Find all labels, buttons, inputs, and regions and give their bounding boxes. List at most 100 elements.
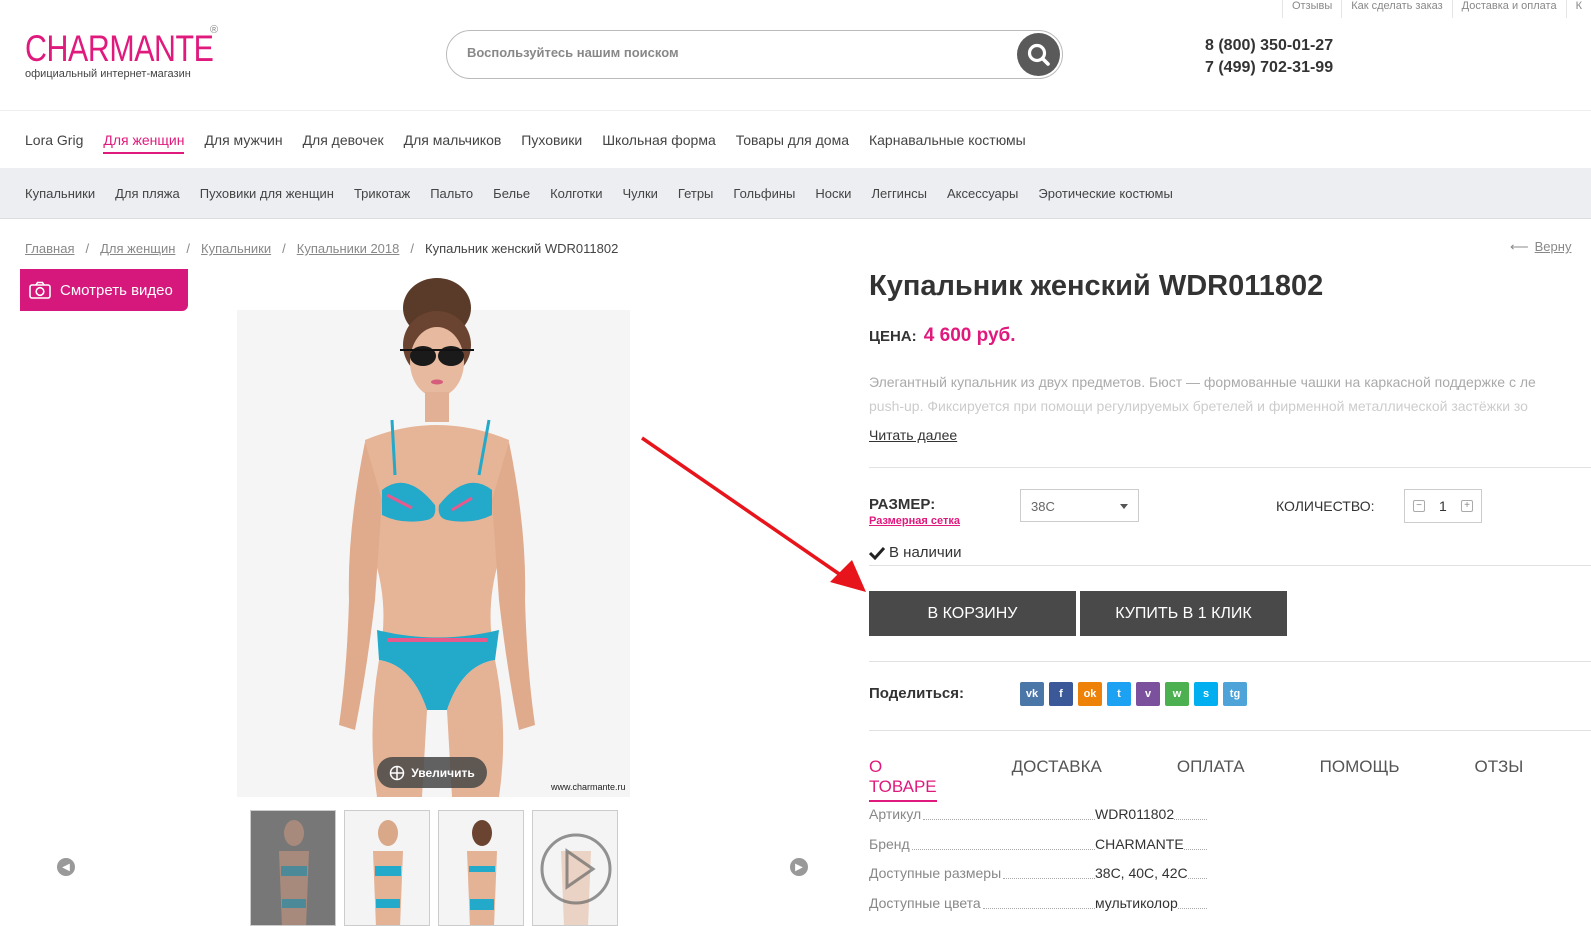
subnav-item[interactable]: Пальто bbox=[430, 186, 473, 201]
spec-row: Доступные цвета мультиколор bbox=[869, 894, 1209, 925]
nav-school-uniform[interactable]: Школьная форма bbox=[602, 132, 716, 154]
size-label: РАЗМЕР: bbox=[869, 496, 936, 513]
chevron-right-icon: ▶ bbox=[795, 861, 803, 873]
tab-reviews[interactable]: ОТЗЫ bbox=[1475, 757, 1524, 802]
twitter-icon[interactable]: t bbox=[1107, 682, 1131, 706]
spec-row: Бренд CHARMANTE bbox=[869, 835, 1209, 866]
nav-boys[interactable]: Для мальчиков bbox=[404, 132, 502, 154]
add-to-cart-button[interactable]: В КОРЗИНУ bbox=[869, 591, 1076, 636]
subnav-item[interactable]: Трикотаж bbox=[354, 186, 410, 201]
skype-icon[interactable]: s bbox=[1194, 682, 1218, 706]
spec-row: Артикул WDR011802 bbox=[869, 806, 1209, 836]
subnav-item[interactable]: Пуховики для женщин bbox=[200, 186, 334, 201]
search-icon bbox=[1027, 43, 1050, 66]
tab-payment[interactable]: ОПЛАТА bbox=[1177, 757, 1245, 802]
nav-home-goods[interactable]: Товары для дома bbox=[736, 132, 849, 154]
vk-icon[interactable]: vk bbox=[1020, 682, 1044, 706]
price-label: ЦЕНА: bbox=[869, 328, 917, 345]
subnav-item[interactable]: Купальники bbox=[25, 186, 95, 201]
breadcrumb-separator: / bbox=[282, 241, 286, 256]
product-price: ЦЕНА: 4 600 руб. bbox=[869, 325, 1016, 347]
breadcrumb-home[interactable]: Главная bbox=[25, 241, 74, 256]
category-subnav: Купальники Для пляжа Пуховики для женщин… bbox=[0, 168, 1591, 219]
breadcrumb-women[interactable]: Для женщин bbox=[100, 241, 175, 256]
read-more-link[interactable]: Читать далее bbox=[869, 427, 957, 443]
thumbnail-2[interactable] bbox=[344, 810, 430, 926]
product-tabs: О ТОВАРЕ ДОСТАВКА ОПЛАТА ПОМОЩЬ ОТЗЫ bbox=[869, 757, 1591, 802]
nav-lora-grig[interactable]: Lora Grig bbox=[25, 132, 83, 154]
quantity-stepper: − 1 + bbox=[1404, 489, 1482, 523]
quantity-increase-button[interactable]: + bbox=[1461, 500, 1473, 512]
toplink-delivery[interactable]: Доставка и оплата bbox=[1451, 0, 1566, 18]
breadcrumb-swimsuits-2018[interactable]: Купальники 2018 bbox=[297, 241, 400, 256]
phone-2[interactable]: 7 (499) 702-31-99 bbox=[1205, 57, 1333, 79]
subnav-item[interactable]: Колготки bbox=[550, 186, 602, 201]
tab-delivery[interactable]: ДОСТАВКА bbox=[1012, 757, 1102, 802]
nav-downjackets[interactable]: Пуховики bbox=[521, 132, 582, 154]
thumbnail-video[interactable] bbox=[532, 810, 618, 926]
whatsapp-icon[interactable]: w bbox=[1165, 682, 1189, 706]
thumbnail-3[interactable] bbox=[438, 810, 524, 926]
breadcrumb-swimsuits[interactable]: Купальники bbox=[201, 241, 271, 256]
viber-icon[interactable]: v bbox=[1136, 682, 1160, 706]
tab-help[interactable]: ПОМОЩЬ bbox=[1320, 757, 1400, 802]
chevron-left-icon: ◀ bbox=[62, 861, 70, 873]
spec-key: Артикул bbox=[869, 806, 922, 822]
quantity-value[interactable]: 1 bbox=[1439, 498, 1447, 514]
zoom-icon bbox=[390, 765, 405, 780]
spec-value: мультиколор bbox=[1095, 894, 1178, 911]
arrow-left-icon: ⟵ bbox=[1510, 239, 1529, 254]
size-select[interactable]: 38C bbox=[1020, 489, 1139, 522]
breadcrumb-separator: / bbox=[186, 241, 191, 256]
nav-girls[interactable]: Для девочек bbox=[303, 132, 384, 154]
size-chart-link[interactable]: Размерная сетка bbox=[869, 515, 960, 527]
image-watermark: www.charmante.ru bbox=[551, 782, 626, 792]
watch-video-label: Смотреть видео bbox=[60, 281, 173, 299]
subnav-item[interactable]: Гетры bbox=[678, 186, 714, 201]
search-input[interactable] bbox=[467, 45, 987, 60]
description-line: push-up. Фиксируется при помощи регулиру… bbox=[869, 398, 1528, 414]
toplink-more[interactable]: К bbox=[1565, 0, 1591, 18]
telegram-icon[interactable]: tg bbox=[1223, 682, 1247, 706]
buy-one-click-button[interactable]: КУПИТЬ В 1 КЛИК bbox=[1080, 591, 1287, 636]
site-logo[interactable]: CHARMANTE ® официальный интернет-магазин bbox=[25, 24, 255, 80]
nav-men[interactable]: Для мужчин bbox=[204, 132, 282, 154]
zoom-button[interactable]: Увеличить bbox=[377, 757, 487, 788]
nav-carnival-costumes[interactable]: Карнавальные костюмы bbox=[869, 132, 1026, 154]
size-selected-value: 38C bbox=[1031, 499, 1055, 514]
facebook-icon[interactable]: f bbox=[1049, 682, 1073, 706]
odnoklassniki-icon[interactable]: ok bbox=[1078, 682, 1102, 706]
thumbs-next-button[interactable]: ▶ bbox=[790, 858, 808, 876]
zoom-label: Увеличить bbox=[411, 765, 475, 780]
price-value: 4 600 руб. bbox=[923, 325, 1016, 346]
breadcrumb-separator: / bbox=[410, 241, 414, 256]
subnav-item[interactable]: Для пляжа bbox=[115, 186, 180, 201]
back-link[interactable]: ⟵ Верну bbox=[1510, 239, 1571, 255]
spec-key: Доступные цвета bbox=[869, 894, 981, 911]
red-annotation-arrow-icon bbox=[641, 436, 866, 592]
subnav-item[interactable]: Гольфины bbox=[733, 186, 795, 201]
thumbnail-1[interactable] bbox=[250, 810, 336, 926]
phone-1[interactable]: 8 (800) 350-01-27 bbox=[1205, 35, 1333, 57]
nav-women[interactable]: Для женщин bbox=[103, 132, 185, 154]
subnav-item[interactable]: Эротические костюмы bbox=[1038, 186, 1172, 201]
quantity-decrease-button[interactable]: − bbox=[1413, 500, 1425, 512]
toplink-how-to-order[interactable]: Как сделать заказ bbox=[1341, 0, 1451, 18]
spec-row: Доступные размеры 38C, 40C, 42C bbox=[869, 865, 1209, 895]
checkmark-icon bbox=[869, 546, 885, 560]
thumbs-prev-button[interactable]: ◀ bbox=[57, 858, 75, 876]
top-utility-links: Отзывы Как сделать заказ Доставка и опла… bbox=[1281, 0, 1591, 18]
subnav-item[interactable]: Белье bbox=[493, 186, 530, 201]
subnav-item[interactable]: Носки bbox=[815, 186, 851, 201]
spec-value: 38C, 40C, 42C bbox=[1095, 865, 1188, 881]
toplink-reviews[interactable]: Отзывы bbox=[1281, 0, 1341, 18]
product-main-image[interactable] bbox=[237, 270, 630, 797]
description-line: Элегантный купальник из двух предметов. … bbox=[869, 374, 1536, 390]
spec-value: WDR011802 bbox=[1095, 806, 1175, 822]
subnav-item[interactable]: Чулки bbox=[622, 186, 657, 201]
search-button[interactable] bbox=[1017, 33, 1060, 76]
subnav-item[interactable]: Аксессуары bbox=[947, 186, 1018, 201]
tab-about[interactable]: О ТОВАРЕ bbox=[869, 757, 937, 802]
watch-video-button[interactable]: Смотреть видео bbox=[20, 269, 188, 311]
subnav-item[interactable]: Леггинсы bbox=[871, 186, 927, 201]
